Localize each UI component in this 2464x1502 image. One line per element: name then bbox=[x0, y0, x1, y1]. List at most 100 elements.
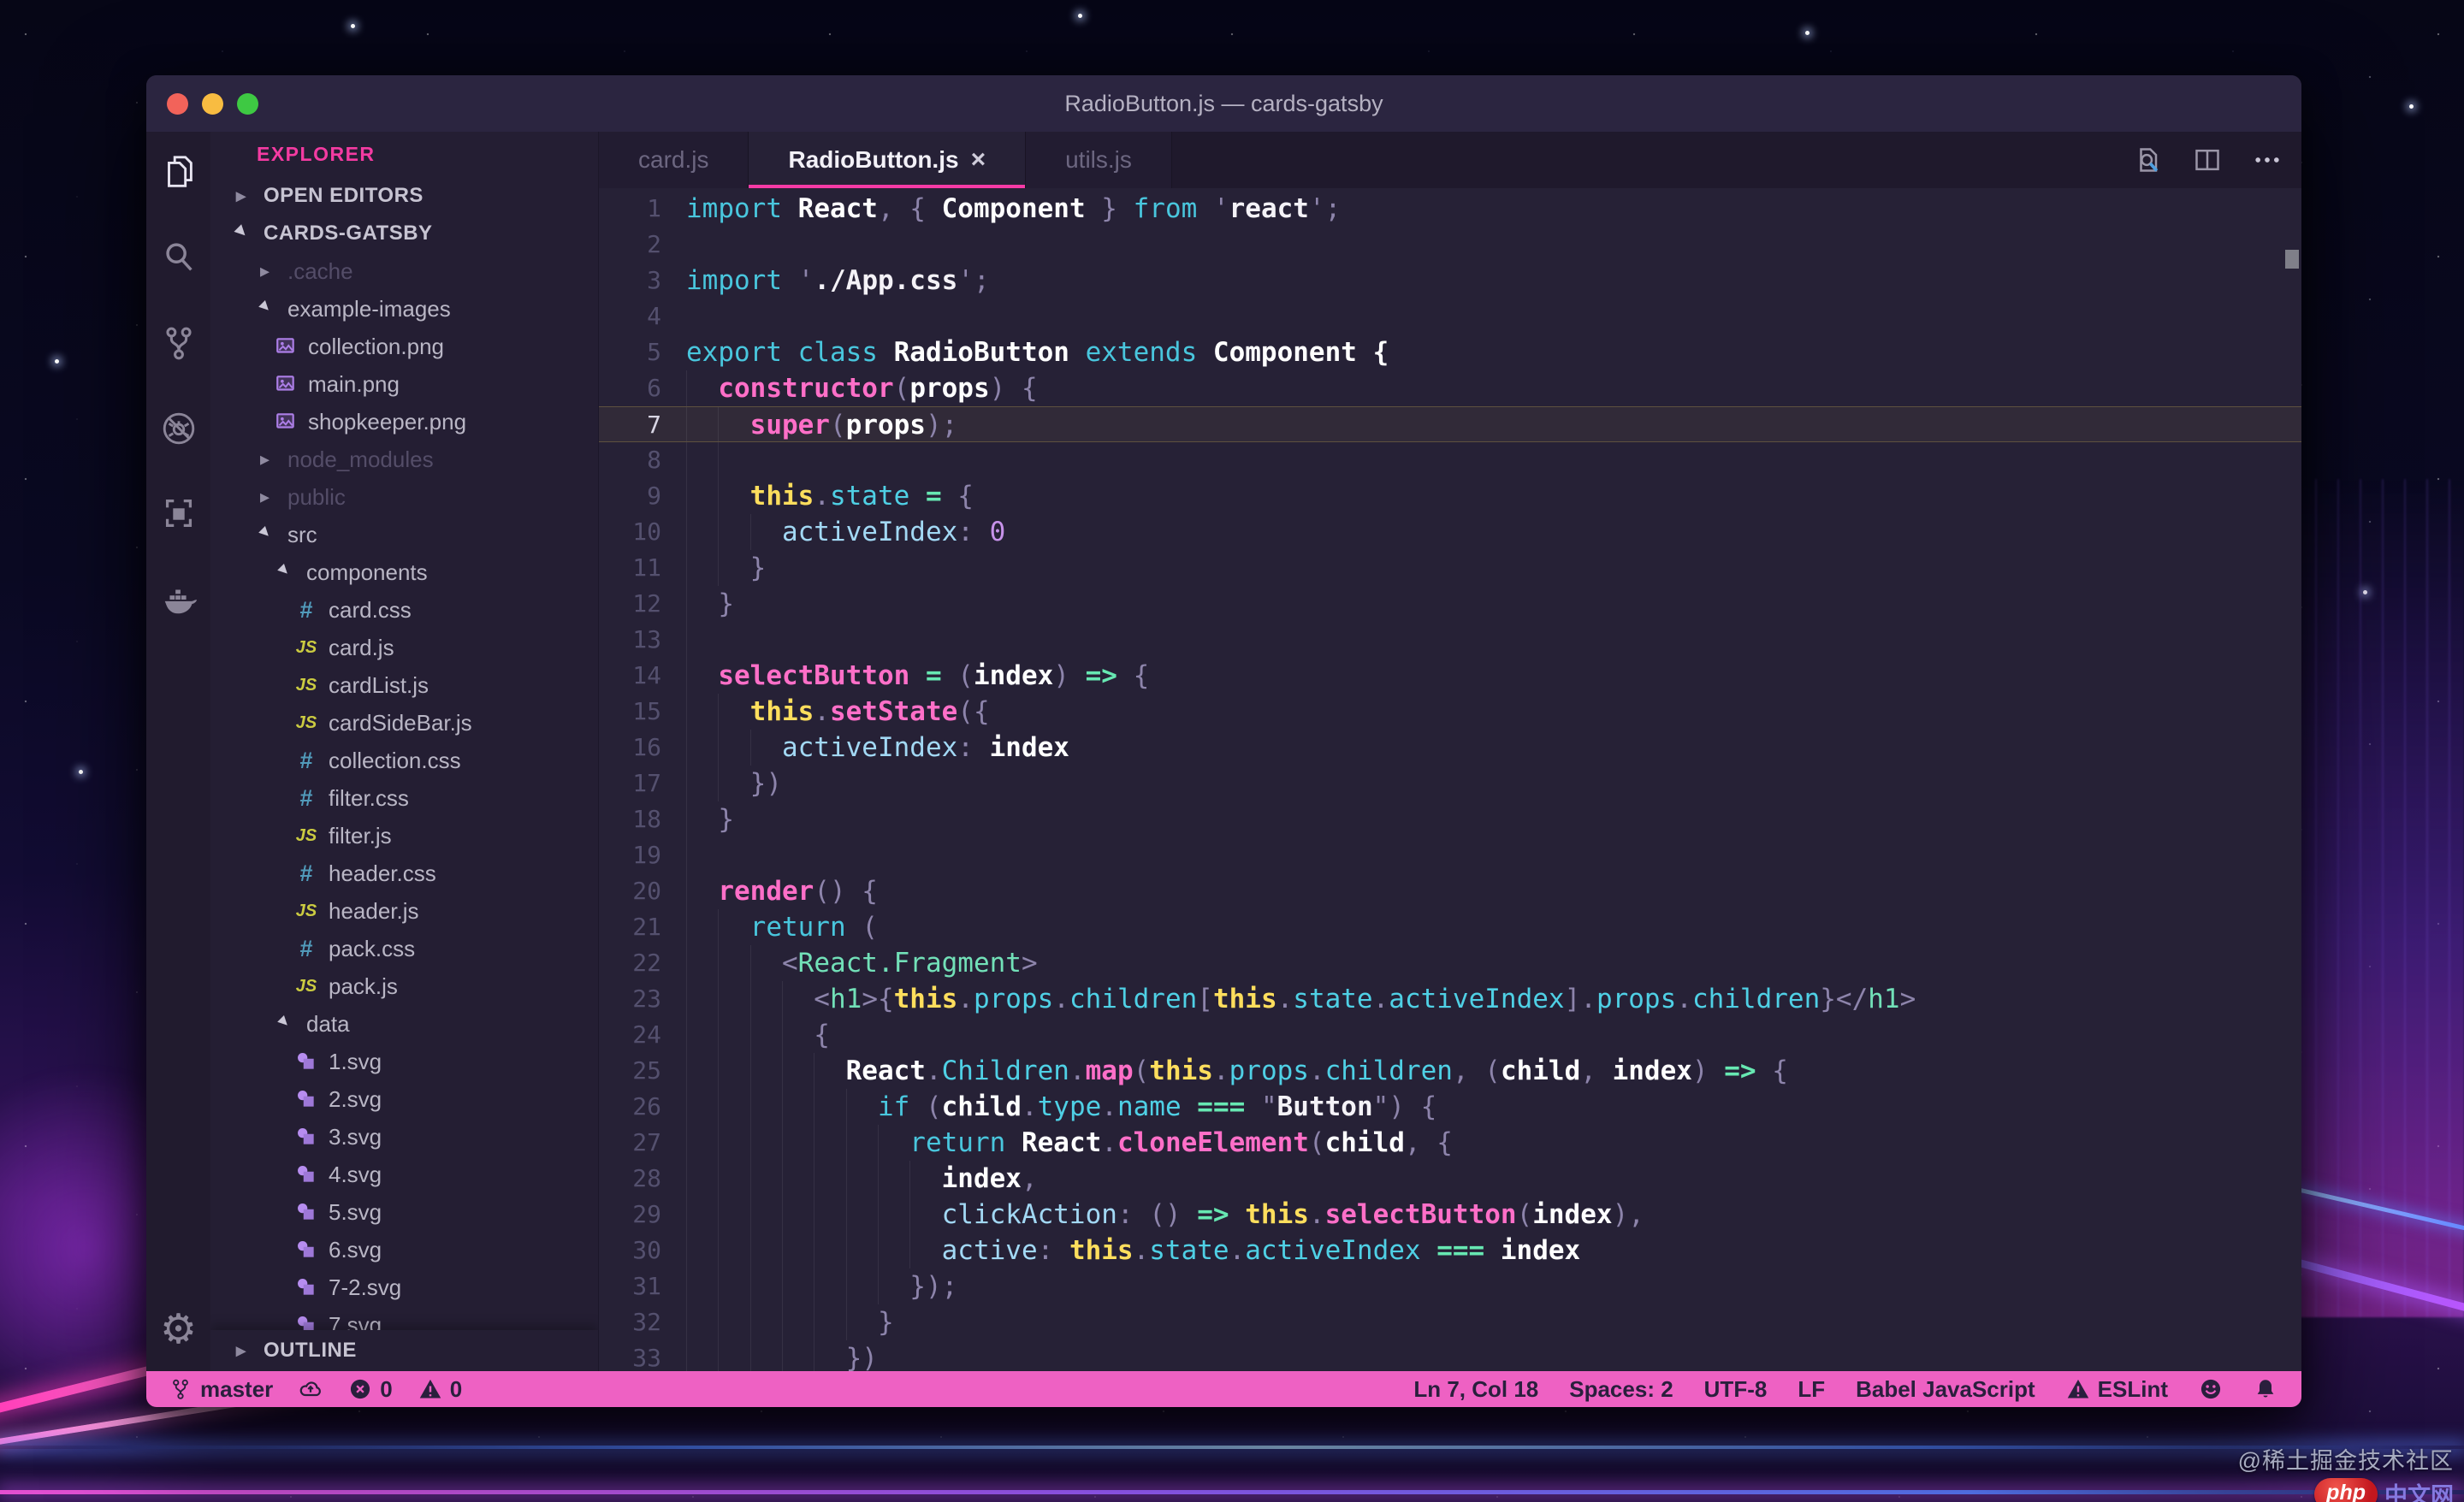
code-line-25[interactable]: 25 React.Children.map(this.props.childre… bbox=[599, 1053, 2301, 1089]
status-lf[interactable]: LF bbox=[1798, 1371, 1825, 1407]
outline-section[interactable]: ▸ OUTLINE bbox=[210, 1330, 598, 1371]
code-line-33[interactable]: 33 }) bbox=[599, 1340, 2301, 1371]
code-line-6[interactable]: 6 constructor(props) { bbox=[599, 370, 2301, 406]
tree-file-pack-css[interactable]: #pack.css bbox=[210, 930, 598, 967]
code-line-5[interactable]: 5export class RadioButton extends Compon… bbox=[599, 334, 2301, 370]
code-line-1[interactable]: 1import React, { Component } from 'react… bbox=[599, 191, 2301, 227]
status-bell-icon[interactable] bbox=[2254, 1371, 2277, 1407]
tree-file-collection-png[interactable]: collection.png bbox=[210, 328, 598, 365]
status-0[interactable]: 0 bbox=[418, 1371, 462, 1407]
status-0[interactable]: 0 bbox=[348, 1371, 392, 1407]
code-line-22[interactable]: 22 <React.Fragment> bbox=[599, 945, 2301, 981]
activity-extensions-button[interactable] bbox=[146, 474, 210, 559]
status-smiley-icon[interactable] bbox=[2199, 1371, 2223, 1407]
code-line-18[interactable]: 18 } bbox=[599, 801, 2301, 837]
tree-folder-public[interactable]: ▸public bbox=[210, 478, 598, 516]
editor-scrollbar[interactable] bbox=[2285, 250, 2299, 269]
status-utf-8[interactable]: UTF-8 bbox=[1704, 1371, 1768, 1407]
tree-file-1-svg[interactable]: 1.svg bbox=[210, 1043, 598, 1080]
tree-folder-data[interactable]: ▸data bbox=[210, 1005, 598, 1043]
tree-folder-src[interactable]: ▸src bbox=[210, 516, 598, 553]
code-line-31[interactable]: 31 }); bbox=[599, 1268, 2301, 1304]
tree-file-card-css[interactable]: #card.css bbox=[210, 591, 598, 629]
tree-file-2-svg[interactable]: 2.svg bbox=[210, 1080, 598, 1118]
status-ln-7-col-18[interactable]: Ln 7, Col 18 bbox=[1413, 1371, 1538, 1407]
chevron-expanded-icon[interactable]: ▸ bbox=[231, 220, 259, 248]
chevron-collapsed-icon[interactable]: ▸ bbox=[236, 185, 253, 207]
tree-section-open-editors[interactable]: ▸OPEN EDITORS bbox=[210, 177, 598, 215]
code-line-7[interactable]: 7 super(props); bbox=[599, 406, 2301, 442]
tab-card-js[interactable]: card.js bbox=[599, 132, 749, 188]
tree-file-header-css[interactable]: #header.css bbox=[210, 854, 598, 892]
code-line-15[interactable]: 15 this.setState({ bbox=[599, 694, 2301, 730]
tree-file-main-png[interactable]: main.png bbox=[210, 365, 598, 403]
tree-folder--cache[interactable]: ▸.cache bbox=[210, 252, 598, 290]
chevron-expanded-icon[interactable]: ▸ bbox=[274, 1010, 302, 1038]
code-line-3[interactable]: 3import './App.css'; bbox=[599, 263, 2301, 299]
tab-utils-js[interactable]: utils.js bbox=[1026, 132, 1172, 188]
tree-file-collection-css[interactable]: #collection.css bbox=[210, 742, 598, 779]
tree-file-4-svg[interactable]: 4.svg bbox=[210, 1156, 598, 1193]
chevron-expanded-icon[interactable]: ▸ bbox=[274, 559, 302, 587]
code-line-10[interactable]: 10 activeIndex: 0 bbox=[599, 514, 2301, 550]
settings-gear-icon[interactable]: ⚙ bbox=[146, 1292, 210, 1366]
close-tab-icon[interactable]: × bbox=[971, 147, 986, 173]
chevron-expanded-icon[interactable]: ▸ bbox=[255, 295, 283, 323]
tree-file-shopkeeper-png[interactable]: shopkeeper.png bbox=[210, 403, 598, 441]
tree-file-cardsidebar-js[interactable]: JScardSideBar.js bbox=[210, 704, 598, 742]
code-line-14[interactable]: 14 selectButton = (index) => { bbox=[599, 658, 2301, 694]
tree-folder-components[interactable]: ▸components bbox=[210, 553, 598, 591]
chevron-collapsed-icon[interactable]: ▸ bbox=[260, 260, 277, 282]
code-line-11[interactable]: 11 } bbox=[599, 550, 2301, 586]
code-line-13[interactable]: 13 bbox=[599, 622, 2301, 658]
status-eslint[interactable]: ESLint bbox=[2066, 1371, 2168, 1407]
tree-file-filter-js[interactable]: JSfilter.js bbox=[210, 817, 598, 854]
code-line-16[interactable]: 16 activeIndex: index bbox=[599, 730, 2301, 766]
chevron-expanded-icon[interactable]: ▸ bbox=[255, 521, 283, 549]
code-line-9[interactable]: 9 this.state = { bbox=[599, 478, 2301, 514]
code-line-2[interactable]: 2 bbox=[599, 227, 2301, 263]
split-editor-icon[interactable] bbox=[2189, 141, 2226, 179]
activity-docker-button[interactable] bbox=[146, 559, 210, 645]
status-babel-javascript[interactable]: Babel JavaScript bbox=[1856, 1371, 2035, 1407]
open-changes-icon[interactable] bbox=[2129, 141, 2166, 179]
code-line-24[interactable]: 24 { bbox=[599, 1017, 2301, 1053]
code-line-28[interactable]: 28 index, bbox=[599, 1161, 2301, 1197]
code-line-12[interactable]: 12 } bbox=[599, 586, 2301, 622]
tree-folder-node-modules[interactable]: ▸node_modules bbox=[210, 441, 598, 478]
chevron-collapsed-icon[interactable]: ▸ bbox=[260, 486, 277, 508]
code-line-4[interactable]: 4 bbox=[599, 299, 2301, 334]
code-line-32[interactable]: 32 } bbox=[599, 1304, 2301, 1340]
tree-file-filter-css[interactable]: #filter.css bbox=[210, 779, 598, 817]
tab-radiobutton-js[interactable]: RadioButton.js× bbox=[749, 132, 1026, 188]
activity-debug-disabled-button[interactable] bbox=[146, 388, 210, 474]
code-line-21[interactable]: 21 return ( bbox=[599, 909, 2301, 945]
tree-folder-example-images[interactable]: ▸example-images bbox=[210, 290, 598, 328]
code-line-23[interactable]: 23 <h1>{this.props.children[this.state.a… bbox=[599, 981, 2301, 1017]
code-line-27[interactable]: 27 return React.cloneElement(child, { bbox=[599, 1125, 2301, 1161]
chevron-collapsed-icon[interactable]: ▸ bbox=[260, 448, 277, 470]
activity-source-control-button[interactable] bbox=[146, 303, 210, 388]
activity-search-button[interactable] bbox=[146, 217, 210, 303]
tree-section-cards-gatsby[interactable]: ▸CARDS-GATSBY bbox=[210, 215, 598, 252]
code-editor[interactable]: 1import React, { Component } from 'react… bbox=[599, 188, 2301, 1371]
code-line-8[interactable]: 8 bbox=[599, 442, 2301, 478]
status-cloud-upload-icon[interactable] bbox=[299, 1371, 323, 1407]
status-master[interactable]: master bbox=[169, 1371, 273, 1407]
code-line-26[interactable]: 26 if (child.type.name === "Button") { bbox=[599, 1089, 2301, 1125]
code-line-30[interactable]: 30 active: this.state.activeIndex === in… bbox=[599, 1233, 2301, 1268]
activity-explorer-button[interactable] bbox=[146, 132, 210, 217]
tree-file-6-svg[interactable]: 6.svg bbox=[210, 1231, 598, 1268]
tree-file-card-js[interactable]: JScard.js bbox=[210, 629, 598, 666]
tree-file-3-svg[interactable]: 3.svg bbox=[210, 1118, 598, 1156]
code-line-29[interactable]: 29 clickAction: () => this.selectButton(… bbox=[599, 1197, 2301, 1233]
code-line-19[interactable]: 19 bbox=[599, 837, 2301, 873]
title-bar[interactable]: RadioButton.js — cards-gatsby bbox=[146, 75, 2301, 132]
tree-file-7-svg[interactable]: 7.svg bbox=[210, 1306, 598, 1330]
tree-file-cardlist-js[interactable]: JScardList.js bbox=[210, 666, 598, 704]
tree-file-5-svg[interactable]: 5.svg bbox=[210, 1193, 598, 1231]
tree-file-pack-js[interactable]: JSpack.js bbox=[210, 967, 598, 1005]
more-actions-icon[interactable] bbox=[2248, 141, 2286, 179]
tree-file-7-2-svg[interactable]: 7-2.svg bbox=[210, 1268, 598, 1306]
code-line-20[interactable]: 20 render() { bbox=[599, 873, 2301, 909]
